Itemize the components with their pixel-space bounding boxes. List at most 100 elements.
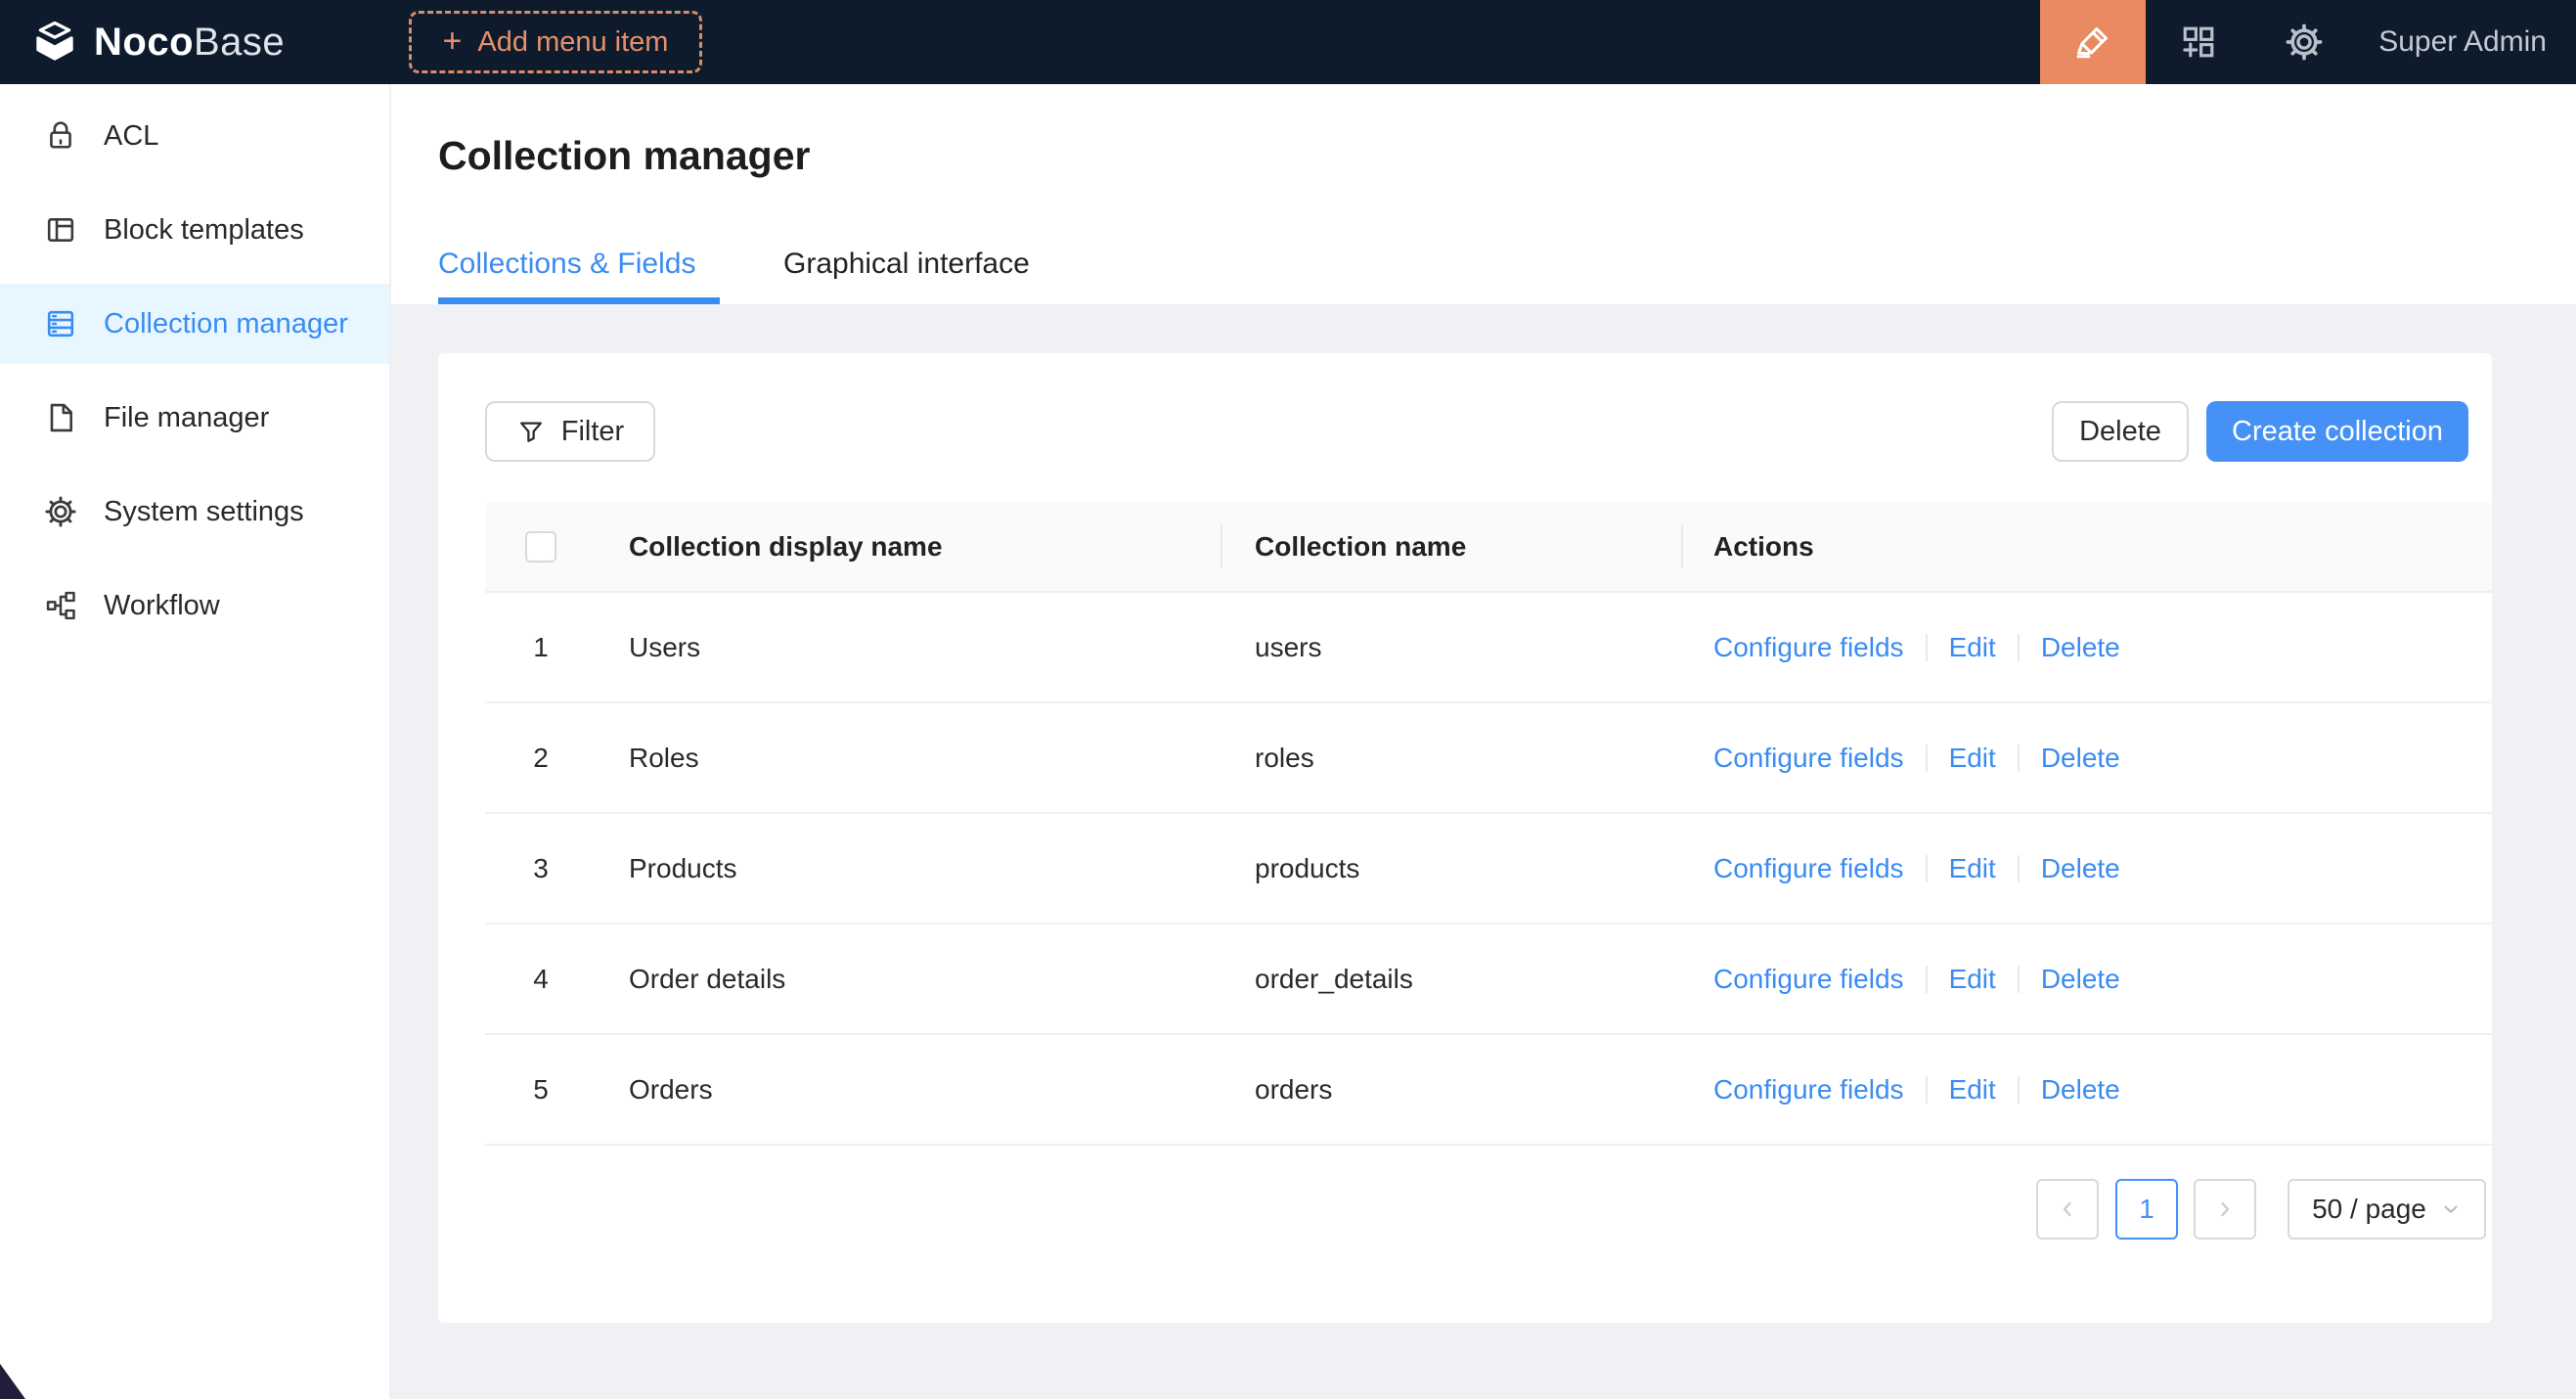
content-area: Filter Delete Create collection Collecti…: [391, 304, 2576, 1399]
sidebar: ACL Block templates Collection manager: [0, 84, 391, 1399]
pagination-next-button[interactable]: [2194, 1179, 2256, 1240]
navbar-right-cluster: Super Admin: [2040, 0, 2576, 84]
delete-link[interactable]: Delete: [2041, 964, 2120, 995]
file-icon: [43, 400, 78, 435]
page-header: Collection manager Collections & Fields …: [391, 84, 2576, 304]
plugins-button[interactable]: [2146, 0, 2251, 84]
column-header-name: Collection name: [1222, 531, 1683, 563]
sidebar-item-acl[interactable]: ACL: [0, 96, 389, 176]
nocobase-logo[interactable]: NocoBase: [29, 17, 285, 68]
highlighter-icon: [2072, 22, 2113, 63]
sidebar-item-system-settings[interactable]: System settings: [0, 472, 389, 552]
top-navbar: NocoBase + Add menu item: [0, 0, 2576, 84]
action-divider: [2018, 1076, 2020, 1104]
bulk-delete-button[interactable]: Delete: [2052, 401, 2189, 462]
sidebar-item-label: System settings: [104, 496, 304, 528]
configure-fields-link[interactable]: Configure fields: [1713, 1074, 1904, 1106]
row-index: 2: [485, 743, 597, 774]
table-row: 3 Products products Configure fields Edi…: [485, 814, 2492, 925]
action-divider: [2018, 855, 2020, 882]
settings-gear-icon: [2284, 22, 2325, 63]
row-index: 3: [485, 853, 597, 884]
edit-link[interactable]: Edit: [1949, 1074, 1996, 1106]
delete-link[interactable]: Delete: [2041, 1074, 2120, 1106]
collection-name: users: [1222, 632, 1683, 663]
table-header-row: Collection display name Collection name …: [485, 502, 2492, 593]
delete-link[interactable]: Delete: [2041, 853, 2120, 884]
chevron-right-icon: [2213, 1197, 2237, 1221]
table-row: 1 Users users Configure fields Edit Dele…: [485, 593, 2492, 703]
action-divider: [1926, 745, 1928, 772]
pagination-prev-button[interactable]: [2036, 1179, 2099, 1240]
action-divider: [1926, 966, 1928, 993]
configure-fields-link[interactable]: Configure fields: [1713, 964, 1904, 995]
sidebar-item-workflow[interactable]: Workflow: [0, 565, 389, 646]
sidebar-item-label: File manager: [104, 402, 269, 434]
sidebar-item-label: Block templates: [104, 214, 304, 247]
edit-link[interactable]: Edit: [1949, 964, 1996, 995]
column-divider: [1221, 525, 1222, 568]
edit-link[interactable]: Edit: [1949, 743, 1996, 774]
add-menu-item-button[interactable]: + Add menu item: [409, 11, 702, 73]
page-size-select[interactable]: 50 / page: [2287, 1179, 2486, 1240]
filter-button[interactable]: Filter: [485, 401, 655, 462]
chevron-left-icon: [2056, 1197, 2079, 1221]
delete-link[interactable]: Delete: [2041, 632, 2120, 663]
table-row: 2 Roles roles Configure fields Edit Dele…: [485, 703, 2492, 814]
collection-display-name: Users: [597, 632, 1222, 663]
sidebar-item-file-manager[interactable]: File manager: [0, 378, 389, 458]
table-row: 4 Order details order_details Configure …: [485, 925, 2492, 1035]
edit-link[interactable]: Edit: [1949, 853, 1996, 884]
collection-display-name: Roles: [597, 743, 1222, 774]
database-icon: [43, 306, 78, 341]
collection-name: orders: [1222, 1074, 1683, 1106]
create-collection-button[interactable]: Create collection: [2206, 401, 2468, 462]
select-all-checkbox[interactable]: [525, 531, 556, 563]
column-header-display-name: Collection display name: [597, 531, 1222, 563]
action-divider: [1926, 1076, 1928, 1104]
tab-collections-and-fields[interactable]: Collections & Fields: [438, 248, 695, 281]
action-divider: [2018, 966, 2020, 993]
collections-table: Collection display name Collection name …: [485, 502, 2492, 1146]
column-divider: [1681, 525, 1683, 568]
delete-link[interactable]: Delete: [2041, 743, 2120, 774]
sidebar-item-label: Workflow: [104, 590, 220, 622]
funnel-icon: [516, 417, 546, 446]
delete-label: Delete: [2079, 416, 2161, 448]
collection-display-name: Products: [597, 853, 1222, 884]
ui-editor-button[interactable]: [2040, 0, 2146, 84]
nocobase-cube-icon: [29, 17, 80, 68]
action-divider: [2018, 745, 2020, 772]
plugins-add-icon: [2178, 22, 2219, 63]
configure-fields-link[interactable]: Configure fields: [1713, 632, 1904, 663]
configure-fields-link[interactable]: Configure fields: [1713, 853, 1904, 884]
user-menu[interactable]: Super Admin: [2378, 25, 2547, 59]
sidebar-item-label: Collection manager: [104, 308, 348, 340]
sidebar-item-label: ACL: [104, 120, 158, 153]
add-menu-item-label: Add menu item: [477, 26, 668, 59]
chevron-down-icon: [2440, 1198, 2462, 1220]
collection-display-name: Order details: [597, 964, 1222, 995]
collection-name: order_details: [1222, 964, 1683, 995]
active-tab-indicator: [438, 297, 720, 304]
row-index: 1: [485, 632, 597, 663]
row-index: 5: [485, 1074, 597, 1106]
page-size-value: 50 / page: [2312, 1194, 2426, 1225]
tab-graphical-interface[interactable]: Graphical interface: [783, 248, 1030, 281]
collection-name: roles: [1222, 743, 1683, 774]
plus-icon: +: [443, 24, 463, 58]
logo-text: NocoBase: [94, 21, 285, 65]
action-divider: [1926, 634, 1928, 661]
lock-icon: [43, 118, 78, 154]
edit-link[interactable]: Edit: [1949, 632, 1996, 663]
system-settings-button[interactable]: [2251, 0, 2357, 84]
sidebar-item-collection-manager[interactable]: Collection manager: [0, 284, 389, 364]
gear-icon: [43, 494, 78, 529]
sidebar-item-block-templates[interactable]: Block templates: [0, 190, 389, 270]
pagination-page-1[interactable]: 1: [2115, 1179, 2178, 1240]
configure-fields-link[interactable]: Configure fields: [1713, 743, 1904, 774]
layout-icon: [43, 212, 78, 248]
action-divider: [1926, 855, 1928, 882]
workflow-icon: [43, 588, 78, 623]
action-divider: [2018, 634, 2020, 661]
